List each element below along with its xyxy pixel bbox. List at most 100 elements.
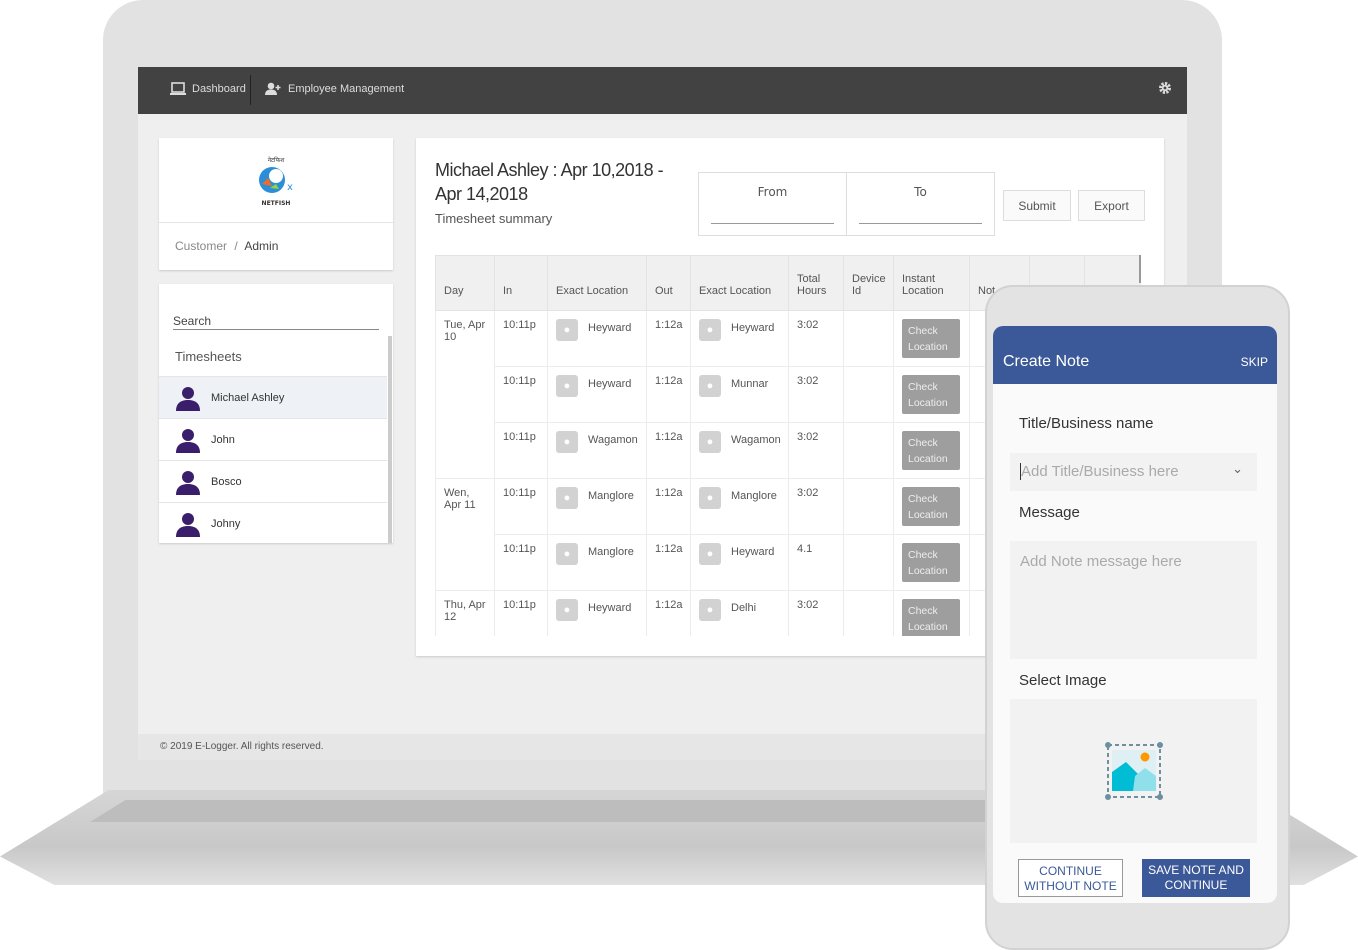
user-plus-icon xyxy=(265,82,281,95)
device-id xyxy=(843,478,894,535)
total-hours: 3:02 xyxy=(788,310,844,367)
export-button[interactable]: Export xyxy=(1078,190,1145,221)
map-pin-icon: ● xyxy=(556,487,578,509)
employee-item[interactable]: John xyxy=(159,418,387,460)
instant-location-cell: Check Location xyxy=(893,366,970,423)
continue-without-note-button[interactable]: CONTINUE WITHOUT NOTE xyxy=(1018,859,1123,897)
top-navbar: Dashboard Employee Management xyxy=(138,67,1187,114)
image-placeholder-icon xyxy=(1105,742,1163,800)
check-location-button[interactable]: Check Location xyxy=(902,599,960,636)
map-pin-icon: ● xyxy=(556,431,578,453)
nav-dashboard-label: Dashboard xyxy=(192,83,246,95)
location-cell: ● Wagamon xyxy=(547,422,647,479)
location-name: Munnar xyxy=(731,378,769,390)
device-id xyxy=(843,366,894,423)
location-cell: ● Munnar xyxy=(690,366,789,423)
map-pin-icon: ● xyxy=(699,319,721,341)
map-pin-icon: ● xyxy=(556,375,578,397)
check-location-button[interactable]: Check Location xyxy=(902,319,960,358)
search-input[interactable]: Search xyxy=(173,314,379,330)
employee-name: Michael Ashley xyxy=(211,391,285,404)
location-name: Heyward xyxy=(588,378,632,390)
breadcrumb-separator: / xyxy=(234,239,238,253)
save-note-button[interactable]: SAVE NOTE AND CONTINUE xyxy=(1142,859,1250,897)
check-location-button[interactable]: Check Location xyxy=(902,431,960,470)
brand-card: नेटफिश x NETFISH Customer / Admin xyxy=(159,138,393,270)
sidebar-scrollbar[interactable] xyxy=(388,336,392,543)
check-location-button[interactable]: Check Location xyxy=(902,487,960,526)
map-pin-icon: ● xyxy=(699,431,721,453)
message-textarea[interactable]: Add Note message here xyxy=(1010,541,1257,659)
instant-location-cell: Check Location xyxy=(893,590,970,636)
create-note-screen: Create Note SKIP Title/Business name Add… xyxy=(993,326,1277,903)
breadcrumb-admin: Admin xyxy=(244,239,279,253)
title-label: Title/Business name xyxy=(1019,415,1154,432)
to-label: To xyxy=(914,185,927,199)
message-label: Message xyxy=(1019,504,1080,521)
nav-employee-management[interactable]: Employee Management xyxy=(265,82,404,95)
breadcrumb-customer[interactable]: Customer xyxy=(175,239,227,253)
user-avatar-icon xyxy=(176,512,200,537)
column-header: In xyxy=(494,255,548,311)
monitor-icon xyxy=(170,82,186,95)
in-time: 10:11p xyxy=(494,534,548,591)
breadcrumb: Customer / Admin xyxy=(175,239,278,253)
to-date-input[interactable]: To xyxy=(847,173,994,235)
day-cell: Tue, Apr 10 xyxy=(435,310,495,479)
location-name: Wagamon xyxy=(588,434,638,446)
page-title: Michael Ashley : Apr 10,2018 - Apr 14,20… xyxy=(435,160,664,204)
gear-icon[interactable] xyxy=(1158,81,1172,95)
location-cell: ● Delhi xyxy=(690,590,789,636)
select-image-label: Select Image xyxy=(1019,672,1107,689)
location-cell: ● Heyward xyxy=(547,310,647,367)
device-id xyxy=(843,422,894,479)
table-scrollbar[interactable] xyxy=(1139,255,1141,283)
instant-location-cell: Check Location xyxy=(893,310,970,367)
column-header: Device Id xyxy=(843,255,894,311)
employee-item[interactable]: Michael Ashley xyxy=(159,376,387,418)
page-subtitle: Timesheet summary xyxy=(435,211,553,226)
nav-dashboard[interactable]: Dashboard xyxy=(170,82,246,96)
submit-button[interactable]: Submit xyxy=(1003,190,1071,221)
timesheets-heading: Timesheets xyxy=(175,349,242,364)
title-placeholder: Add Title/Business here xyxy=(1020,463,1179,480)
location-cell: ● Wagamon xyxy=(690,422,789,479)
map-pin-icon: ● xyxy=(699,599,721,621)
column-header: Exact Location xyxy=(690,255,789,311)
from-label: From xyxy=(757,185,788,199)
location-name: Heyward xyxy=(588,322,632,334)
location-name: Manglore xyxy=(588,546,634,558)
total-hours: 3:02 xyxy=(788,478,844,535)
device-id xyxy=(843,590,894,636)
svg-text:x: x xyxy=(287,182,293,193)
check-location-button[interactable]: Check Location xyxy=(902,375,960,414)
employee-item[interactable]: Bosco xyxy=(159,460,387,502)
in-time: 10:11p xyxy=(494,590,548,636)
location-cell: ● Heyward xyxy=(547,366,647,423)
location-cell: ● Heyward xyxy=(547,590,647,636)
location-name: Delhi xyxy=(731,602,757,614)
out-time: 1:12a xyxy=(646,422,691,479)
title-select[interactable]: Add Title/Business here ⌄ xyxy=(1010,453,1257,491)
image-picker[interactable] xyxy=(1010,699,1257,843)
user-avatar-icon xyxy=(176,428,200,453)
map-pin-icon: ● xyxy=(556,543,578,565)
map-pin-icon: ● xyxy=(699,543,721,565)
location-cell: ● Heyward xyxy=(690,534,789,591)
from-date-input[interactable]: From xyxy=(699,173,847,235)
note-title: Create Note xyxy=(1003,353,1090,370)
employee-sidebar: Search Timesheets Michael Ashley John Bo… xyxy=(159,284,393,543)
netfish-logo: नेटफिश x NETFISH xyxy=(254,156,298,208)
day-cell: Wen, Apr 11 xyxy=(435,478,495,591)
location-cell: ● Manglore xyxy=(690,478,789,535)
check-location-button[interactable]: Check Location xyxy=(902,543,960,582)
note-header: Create Note SKIP xyxy=(993,326,1277,384)
location-cell: ● Manglore xyxy=(547,534,647,591)
nav-employee-management-label: Employee Management xyxy=(288,82,405,95)
location-name: Heyward xyxy=(588,602,632,614)
location-cell: ● Manglore xyxy=(547,478,647,535)
employee-item[interactable]: Johny xyxy=(159,502,387,544)
map-pin-icon: ● xyxy=(556,319,578,341)
skip-button[interactable]: SKIP xyxy=(1241,355,1268,369)
location-name: Heyward xyxy=(731,322,775,334)
